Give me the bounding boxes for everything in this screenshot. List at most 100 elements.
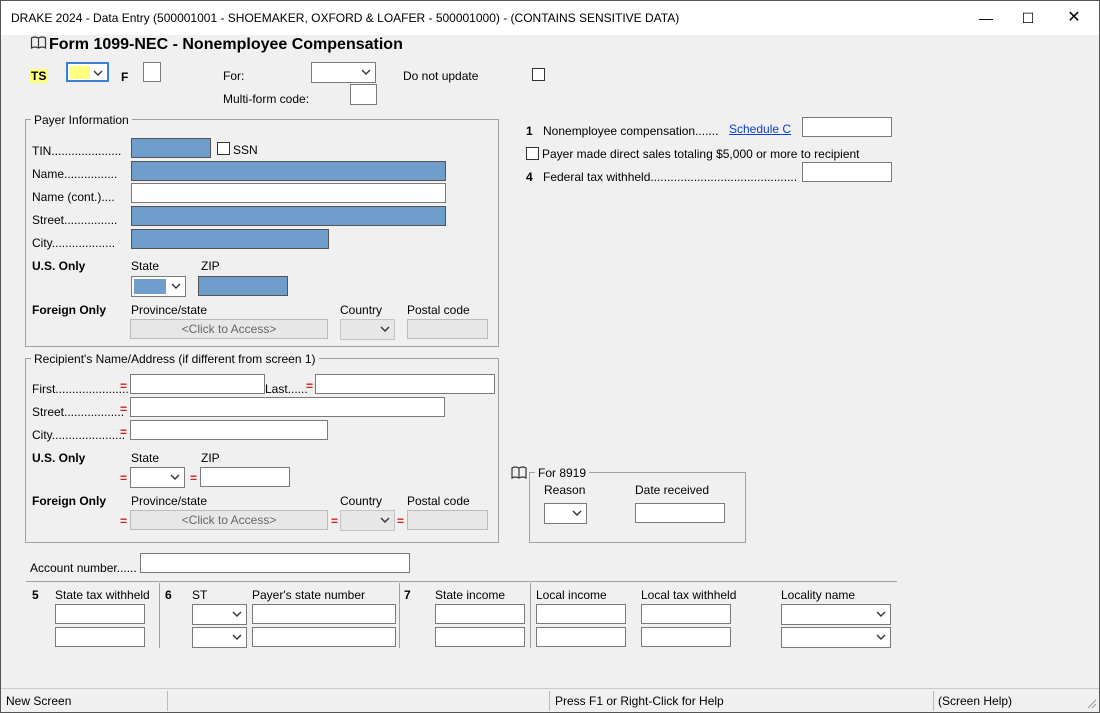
state-income-header: State income — [435, 588, 506, 602]
payer-tin-label: TIN..................... — [32, 144, 122, 158]
recipient-first-field[interactable] — [130, 374, 265, 394]
recipient-province-label: Province/state — [131, 494, 208, 508]
payer-state-label: State — [131, 259, 160, 273]
status-new-screen: New Screen — [6, 694, 72, 708]
box4-number: 4 — [526, 170, 533, 184]
column-divider — [399, 583, 400, 648]
minimize-icon[interactable]: — — [971, 7, 1001, 29]
state-select-1[interactable] — [192, 604, 247, 625]
box6-number: 6 — [165, 588, 172, 602]
recipient-group-title: Recipient's Name/Address (if different f… — [31, 352, 319, 366]
recipient-country-label: Country — [340, 494, 383, 508]
recipient-street-field[interactable] — [130, 397, 445, 417]
payer-foreign-only-label: Foreign Only — [32, 303, 107, 317]
do-not-update-checkbox[interactable] — [532, 68, 545, 81]
do-not-update-label: Do not update — [403, 69, 479, 83]
recipient-city-label: City...................... — [32, 428, 126, 442]
ts-label: TS — [30, 69, 48, 83]
status-divider — [933, 691, 934, 711]
box4-label: Federal tax withheld....................… — [543, 170, 798, 184]
status-divider — [167, 691, 168, 711]
dropdown-arrow-icon — [875, 631, 887, 643]
recipient-first-label: First...................... — [32, 382, 129, 396]
f-field[interactable] — [143, 62, 161, 82]
dropdown-arrow-icon — [92, 67, 104, 79]
account-number-label: Account number...... — [30, 561, 137, 575]
local-income-field-1[interactable] — [536, 604, 626, 624]
required-mark: = — [120, 514, 128, 528]
column-divider — [159, 583, 160, 648]
book-icon[interactable] — [511, 466, 527, 480]
required-mark: = — [120, 379, 128, 393]
locality-name-select-1[interactable] — [781, 604, 891, 625]
payer-street-label: Street................ — [32, 213, 118, 227]
payer-province-button[interactable]: <Click to Access> — [130, 319, 328, 339]
recipient-last-field[interactable] — [315, 374, 495, 394]
box5-number: 5 — [32, 588, 39, 602]
local-tax-withheld-header: Local tax withheld — [641, 588, 737, 602]
locality-name-header: Locality name — [781, 588, 856, 602]
multi-form-code-field[interactable] — [350, 84, 377, 105]
payer-name-cont-label: Name (cont.).... — [32, 190, 115, 204]
recipient-last-label: Last...... — [265, 382, 308, 396]
payer-state-number-field-1[interactable] — [252, 604, 396, 624]
payer-state-number-header: Payer's state number — [252, 588, 366, 602]
status-divider — [549, 691, 550, 711]
state-tax-withheld-field-2[interactable] — [55, 627, 145, 647]
for-select[interactable] — [311, 62, 376, 83]
payer-state-number-field-2[interactable] — [252, 627, 396, 647]
local-tax-withheld-field-2[interactable] — [641, 627, 731, 647]
recipient-postal-field[interactable] — [407, 510, 488, 530]
payer-name-field[interactable] — [131, 161, 446, 181]
table-divider — [26, 581, 897, 582]
recipient-state-label: State — [131, 451, 160, 465]
date-received-field[interactable] — [635, 503, 725, 523]
book-icon[interactable] — [30, 36, 47, 50]
local-income-header: Local income — [536, 588, 607, 602]
ts-select[interactable] — [66, 62, 109, 82]
recipient-country-select[interactable] — [340, 510, 395, 531]
payer-city-field[interactable] — [131, 229, 329, 249]
local-tax-withheld-field-1[interactable] — [641, 604, 731, 624]
direct-sales-checkbox[interactable] — [526, 147, 539, 160]
payer-tin-field[interactable] — [131, 138, 211, 158]
payer-country-select[interactable] — [340, 319, 395, 340]
account-number-field[interactable] — [140, 553, 410, 573]
dropdown-arrow-icon — [571, 507, 583, 519]
state-income-field-2[interactable] — [435, 627, 525, 647]
state-select-2[interactable] — [192, 627, 247, 648]
maximize-icon[interactable]: ☐ — [1013, 7, 1043, 29]
close-icon[interactable]: ✕ — [1059, 7, 1089, 29]
payer-postal-field[interactable] — [407, 319, 488, 339]
reason-select[interactable] — [544, 503, 587, 524]
payer-zip-label: ZIP — [201, 259, 220, 273]
recipient-city-field[interactable] — [130, 420, 328, 440]
recipient-province-button[interactable]: <Click to Access> — [130, 510, 328, 530]
schedule-c-link[interactable]: Schedule C — [729, 122, 791, 136]
payer-name-cont-field[interactable] — [131, 183, 446, 203]
state-tax-withheld-field-1[interactable] — [55, 604, 145, 624]
recipient-zip-field[interactable] — [200, 467, 290, 487]
st-header: ST — [192, 588, 208, 602]
recipient-zip-label: ZIP — [201, 451, 220, 465]
dropdown-arrow-icon — [169, 471, 181, 483]
required-mark: = — [190, 471, 198, 485]
box1-nonemployee-comp-field[interactable] — [802, 117, 892, 137]
locality-name-select-2[interactable] — [781, 627, 891, 648]
required-mark: = — [397, 514, 405, 528]
f-label: F — [121, 70, 129, 84]
dropdown-arrow-icon — [379, 514, 391, 526]
local-income-field-2[interactable] — [536, 627, 626, 647]
payer-street-field[interactable] — [131, 206, 446, 226]
payer-state-select[interactable] — [131, 276, 186, 297]
recipient-state-select[interactable] — [130, 467, 185, 488]
payer-postal-label: Postal code — [407, 303, 470, 317]
ssn-checkbox[interactable] — [217, 142, 230, 155]
screen-help-link[interactable]: (Screen Help) — [938, 694, 1012, 708]
state-income-field-1[interactable] — [435, 604, 525, 624]
resize-grip-icon[interactable] — [1085, 697, 1097, 709]
box4-federal-withheld-field[interactable] — [802, 162, 892, 182]
payer-zip-field[interactable] — [198, 276, 288, 296]
data-entry-window: DRAKE 2024 - Data Entry (500001001 - SHO… — [0, 0, 1100, 713]
recipient-street-label: Street.................. — [32, 405, 125, 419]
